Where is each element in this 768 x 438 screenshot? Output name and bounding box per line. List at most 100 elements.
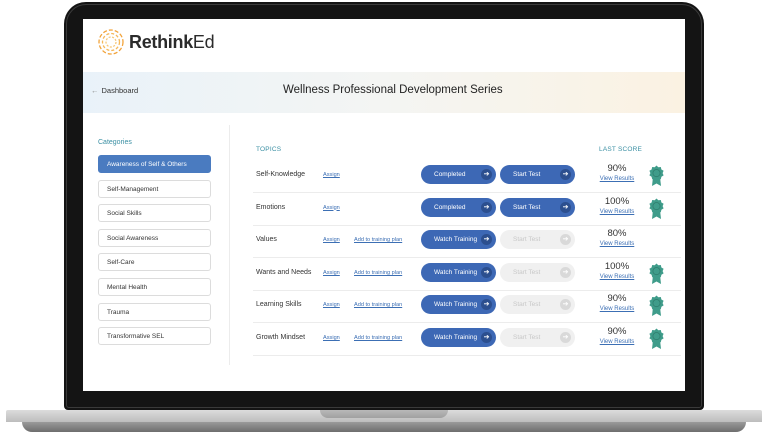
topic-name: Growth Mindset: [256, 334, 306, 341]
laptop-base-bottom: [22, 422, 746, 432]
topic-name: Learning Skills: [256, 301, 302, 309]
view-results-link[interactable]: View Results: [597, 339, 637, 345]
assign-link[interactable]: Assign: [323, 302, 340, 308]
topic-name: Emotions: [256, 203, 286, 211]
arrow-right-icon: ➔: [481, 234, 492, 246]
rethinked-logo-icon: [98, 29, 124, 55]
start-test-label: Start Test: [513, 203, 541, 211]
start-test-button[interactable]: Start Test ➔: [500, 295, 575, 315]
brand-name: RethinkEd: [129, 32, 215, 53]
brand-light: Ed: [192, 32, 215, 52]
last-score: 100%: [604, 260, 630, 272]
sidebar-category-item[interactable]: Social Skills: [98, 204, 211, 223]
sidebar-category-item[interactable]: Mental Health: [98, 278, 211, 296]
arrow-right-icon: ➔: [481, 201, 492, 213]
laptop-hinge-notch: [320, 410, 448, 418]
topics-header: TOPICS: [256, 146, 282, 153]
brand-bold: Rethink: [129, 32, 193, 52]
start-test-label: Start Test: [513, 334, 541, 341]
sidebar-category-item[interactable]: Social Awareness: [98, 228, 211, 247]
view-results-link[interactable]: View Results: [597, 241, 637, 247]
topic-name: Self-Knowledge: [256, 171, 306, 178]
watch-training-button[interactable]: Watch Training ➔: [421, 328, 496, 347]
topic-row: Wants and Needs Assign Add to training pla…: [253, 258, 681, 291]
last-score-header: LAST SCORE: [599, 146, 643, 153]
last-score: 80%: [607, 228, 627, 240]
action-label: Watch Training: [434, 236, 478, 244]
start-test-label: Start Test: [513, 171, 541, 178]
topic-row: Learning Skills Assign Add to training pla…: [253, 290, 681, 324]
topic-name: Wants and Needs: [256, 268, 312, 276]
sidebar-category-item[interactable]: Self-Care: [98, 253, 211, 272]
app-screen: RethinkEd ← Dashboard Wellness Profession…: [83, 19, 685, 391]
arrow-right-icon: ➔: [560, 332, 571, 343]
last-score: 90%: [607, 293, 627, 305]
watch-training-button[interactable]: Watch Training ➔: [421, 295, 496, 315]
action-label: Watch Training: [434, 301, 478, 309]
assign-link[interactable]: Assign: [323, 335, 340, 341]
view-results-link[interactable]: View Results: [597, 209, 637, 215]
arrow-right-icon: ➔: [481, 332, 492, 343]
arrow-right-icon: ➔: [560, 234, 571, 246]
arrow-right-icon: ➔: [560, 299, 571, 311]
last-score: 100%: [604, 195, 630, 207]
page-title: Wellness Professional Development Series: [283, 84, 503, 96]
last-score: 90%: [607, 163, 627, 174]
watch-training-button[interactable]: Watch Training ➔: [421, 230, 496, 250]
sidebar-category-item[interactable]: Awareness of Self & Others: [98, 155, 211, 173]
action-label: Watch Training: [434, 268, 478, 276]
action-label: Watch Training: [434, 334, 478, 341]
sidebar-category-item[interactable]: Transformative SEL: [98, 327, 211, 346]
completed-button[interactable]: Completed ➔: [421, 197, 496, 217]
top-bar: RethinkEd: [83, 19, 685, 69]
last-score: 90%: [607, 326, 627, 337]
categories-heading: Categories: [98, 139, 132, 146]
add-to-training-plan-link[interactable]: Add to training plan: [354, 270, 402, 276]
arrow-right-icon: ➔: [481, 266, 492, 278]
watch-training-button[interactable]: Watch Training ➔: [421, 262, 496, 282]
arrow-right-icon: ➔: [481, 169, 492, 180]
sidebar-category-item[interactable]: Trauma: [98, 302, 211, 321]
award-badge-icon: [649, 328, 664, 350]
back-label: Dashboard: [101, 86, 139, 95]
view-results-link[interactable]: View Results: [597, 274, 637, 280]
view-results-link[interactable]: View Results: [597, 306, 637, 312]
award-badge-icon: [649, 165, 664, 187]
start-test-label: Start Test: [513, 301, 541, 309]
assign-link[interactable]: Assign: [323, 237, 340, 243]
assign-link[interactable]: Assign: [323, 205, 340, 211]
topic-row: Values Assign Add to training plan Watch Tr…: [253, 225, 681, 259]
topic-row: Growth Mindset Assign Add to training plan…: [253, 323, 681, 356]
arrow-right-icon: ➔: [560, 169, 571, 180]
assign-link[interactable]: Assign: [323, 172, 340, 178]
action-label: Completed: [434, 203, 466, 211]
topic-row: Emotions Assign Completed ➔ Start Test ➔ 100% V…: [253, 193, 681, 226]
start-test-label: Start Test: [513, 268, 541, 276]
page-banner: ← Dashboard Wellness Professional Develop…: [83, 72, 685, 113]
arrow-right-icon: ➔: [560, 201, 571, 213]
topic-name: Values: [256, 236, 277, 244]
assign-link[interactable]: Assign: [323, 270, 340, 276]
award-badge-icon: [649, 263, 664, 285]
sidebar-category-item[interactable]: Self-Management: [98, 179, 211, 198]
add-to-training-plan-link[interactable]: Add to training plan: [354, 302, 402, 308]
add-to-training-plan-link[interactable]: Add to training plan: [354, 237, 402, 243]
action-label: Completed: [434, 171, 466, 178]
start-test-button[interactable]: Start Test ➔: [500, 262, 575, 282]
sidebar-divider: [229, 125, 230, 365]
start-test-button[interactable]: Start Test ➔: [500, 197, 575, 217]
categories-sidebar: Categories Awareness of Self & Others Sel…: [86, 125, 229, 365]
start-test-button[interactable]: Start Test ➔: [500, 230, 575, 250]
start-test-button[interactable]: Start Test ➔: [500, 328, 575, 347]
completed-button[interactable]: Completed ➔: [421, 165, 496, 184]
start-test-button[interactable]: Start Test ➔: [500, 165, 575, 184]
back-to-dashboard-link[interactable]: ← Dashboard: [91, 86, 138, 95]
arrow-right-icon: ➔: [560, 266, 571, 278]
award-badge-icon: [649, 295, 664, 317]
start-test-label: Start Test: [513, 236, 541, 244]
view-results-link[interactable]: View Results: [597, 176, 637, 182]
arrow-left-icon: ←: [91, 86, 99, 95]
add-to-training-plan-link[interactable]: Add to training plan: [354, 335, 402, 341]
topic-row: Self-Knowledge Assign Completed ➔ Start Test…: [253, 160, 681, 193]
arrow-right-icon: ➔: [481, 299, 492, 311]
